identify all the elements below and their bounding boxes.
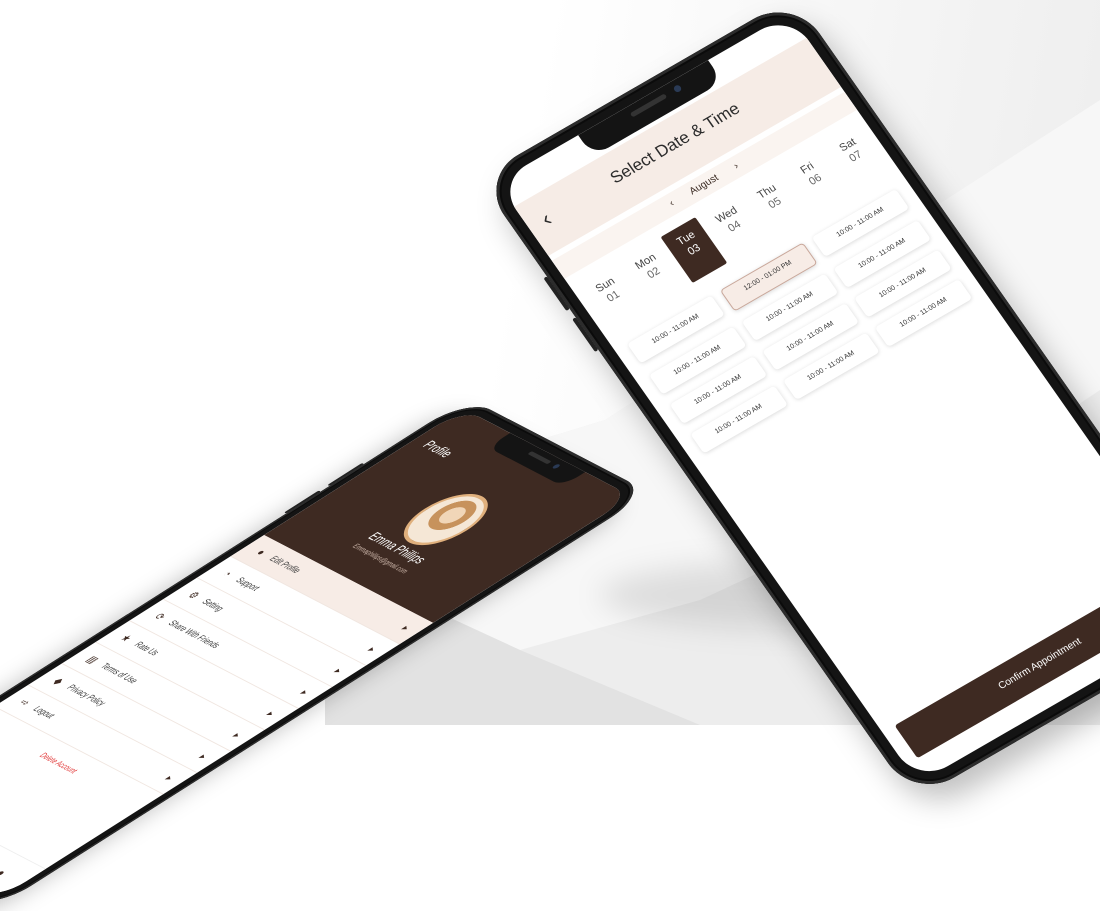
bottom-nav: ⌂ ▲ ▦ ● [0, 780, 46, 901]
avatar[interactable] [388, 485, 504, 554]
chevron-left-icon[interactable]: ‹ [664, 194, 680, 214]
page-title: Profile [418, 439, 457, 461]
confirm-appointment-button[interactable]: Confirm Appointment [894, 570, 1100, 759]
chevron-right-icon[interactable]: › [729, 157, 745, 177]
user-icon[interactable]: ● [0, 865, 15, 883]
